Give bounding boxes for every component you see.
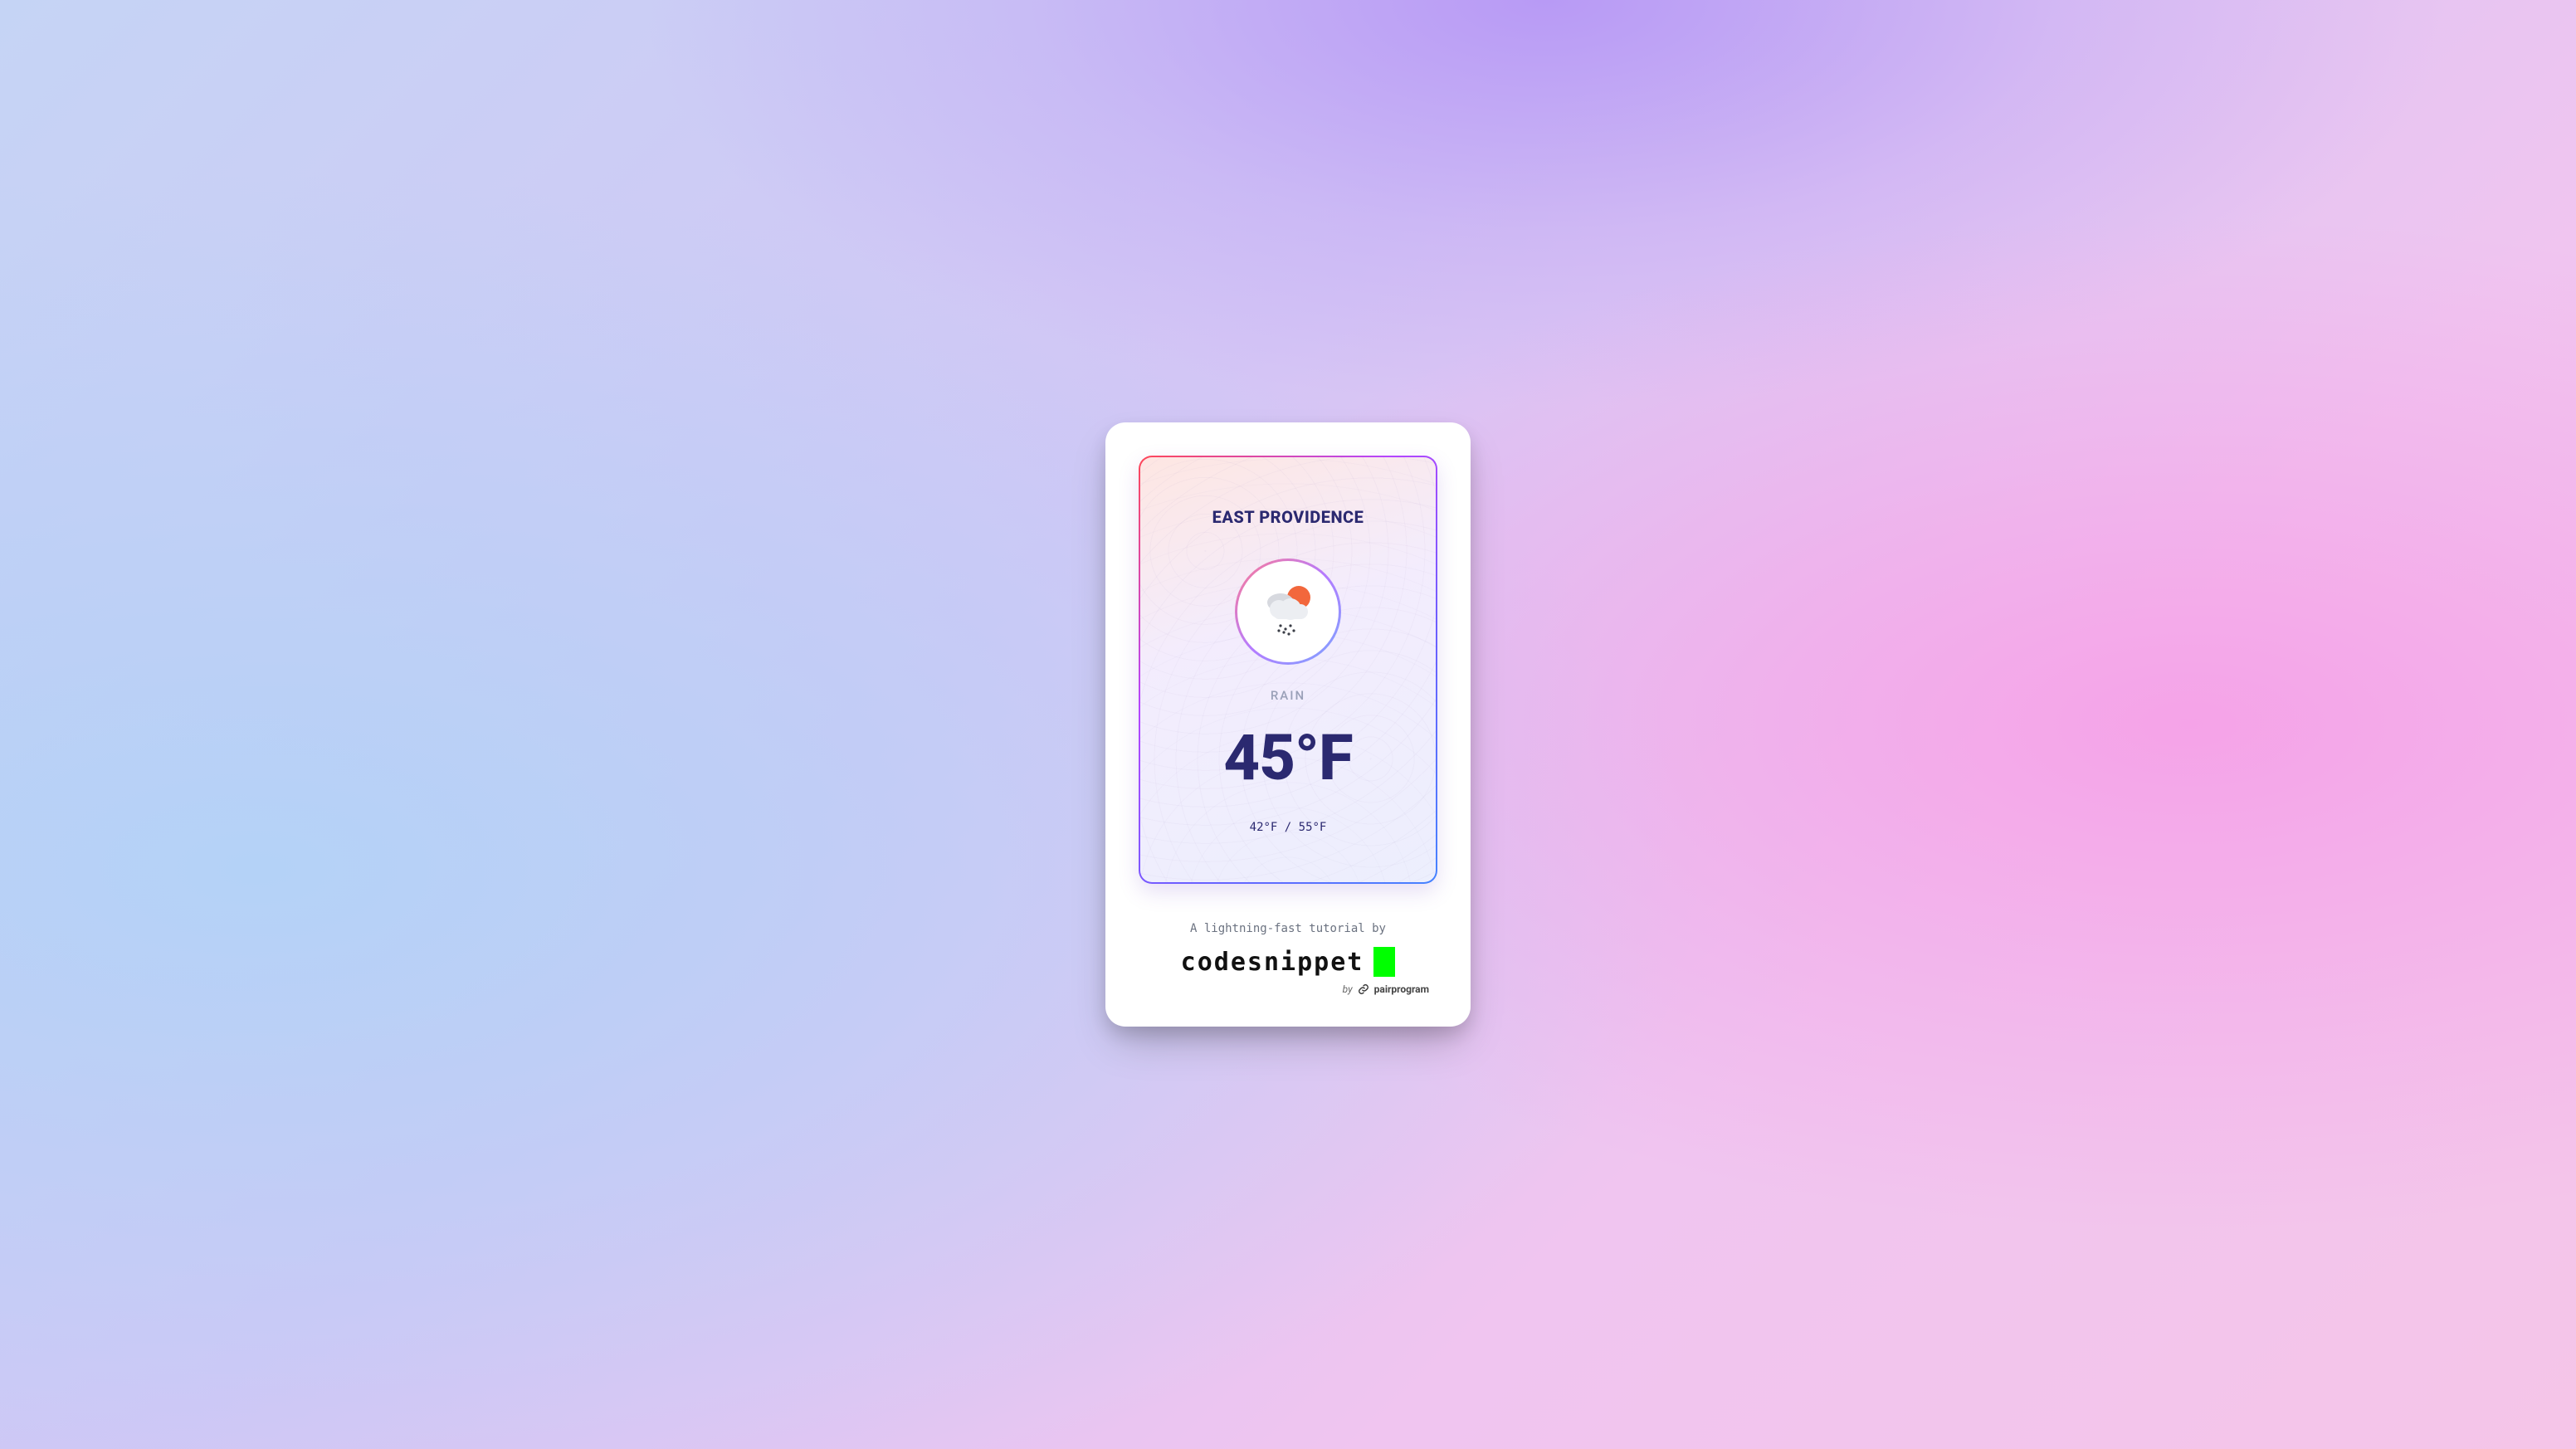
brand-name: codesnippet <box>1181 948 1364 977</box>
location-label: EAST PROVIDENCE <box>1157 507 1419 527</box>
cursor-block-icon <box>1373 947 1395 977</box>
footer-tagline: A lightning-fast tutorial by <box>1139 922 1437 935</box>
card-footer: A lightning-fast tutorial by codesnippet… <box>1139 922 1437 995</box>
weather-card-border: EAST PROVIDENCE <box>1139 456 1437 884</box>
brand-byline: by pairprogram <box>1139 983 1437 995</box>
condition-label: RAIN <box>1157 688 1419 703</box>
weather-icon-container <box>1237 561 1339 662</box>
byline-prefix: by <box>1343 983 1353 995</box>
temperature-range: 42°F / 55°F <box>1157 821 1419 834</box>
brand-row: codesnippet <box>1139 947 1437 977</box>
rain-sun-cloud-icon <box>1256 581 1320 642</box>
byline-name: pairprogram <box>1374 983 1429 995</box>
temperature-display: 45°F <box>1157 726 1419 789</box>
weather-card: EAST PROVIDENCE <box>1140 457 1436 882</box>
link-icon <box>1358 983 1369 995</box>
weather-outer-card: EAST PROVIDENCE <box>1105 422 1471 1027</box>
weather-icon-ring <box>1235 559 1341 665</box>
